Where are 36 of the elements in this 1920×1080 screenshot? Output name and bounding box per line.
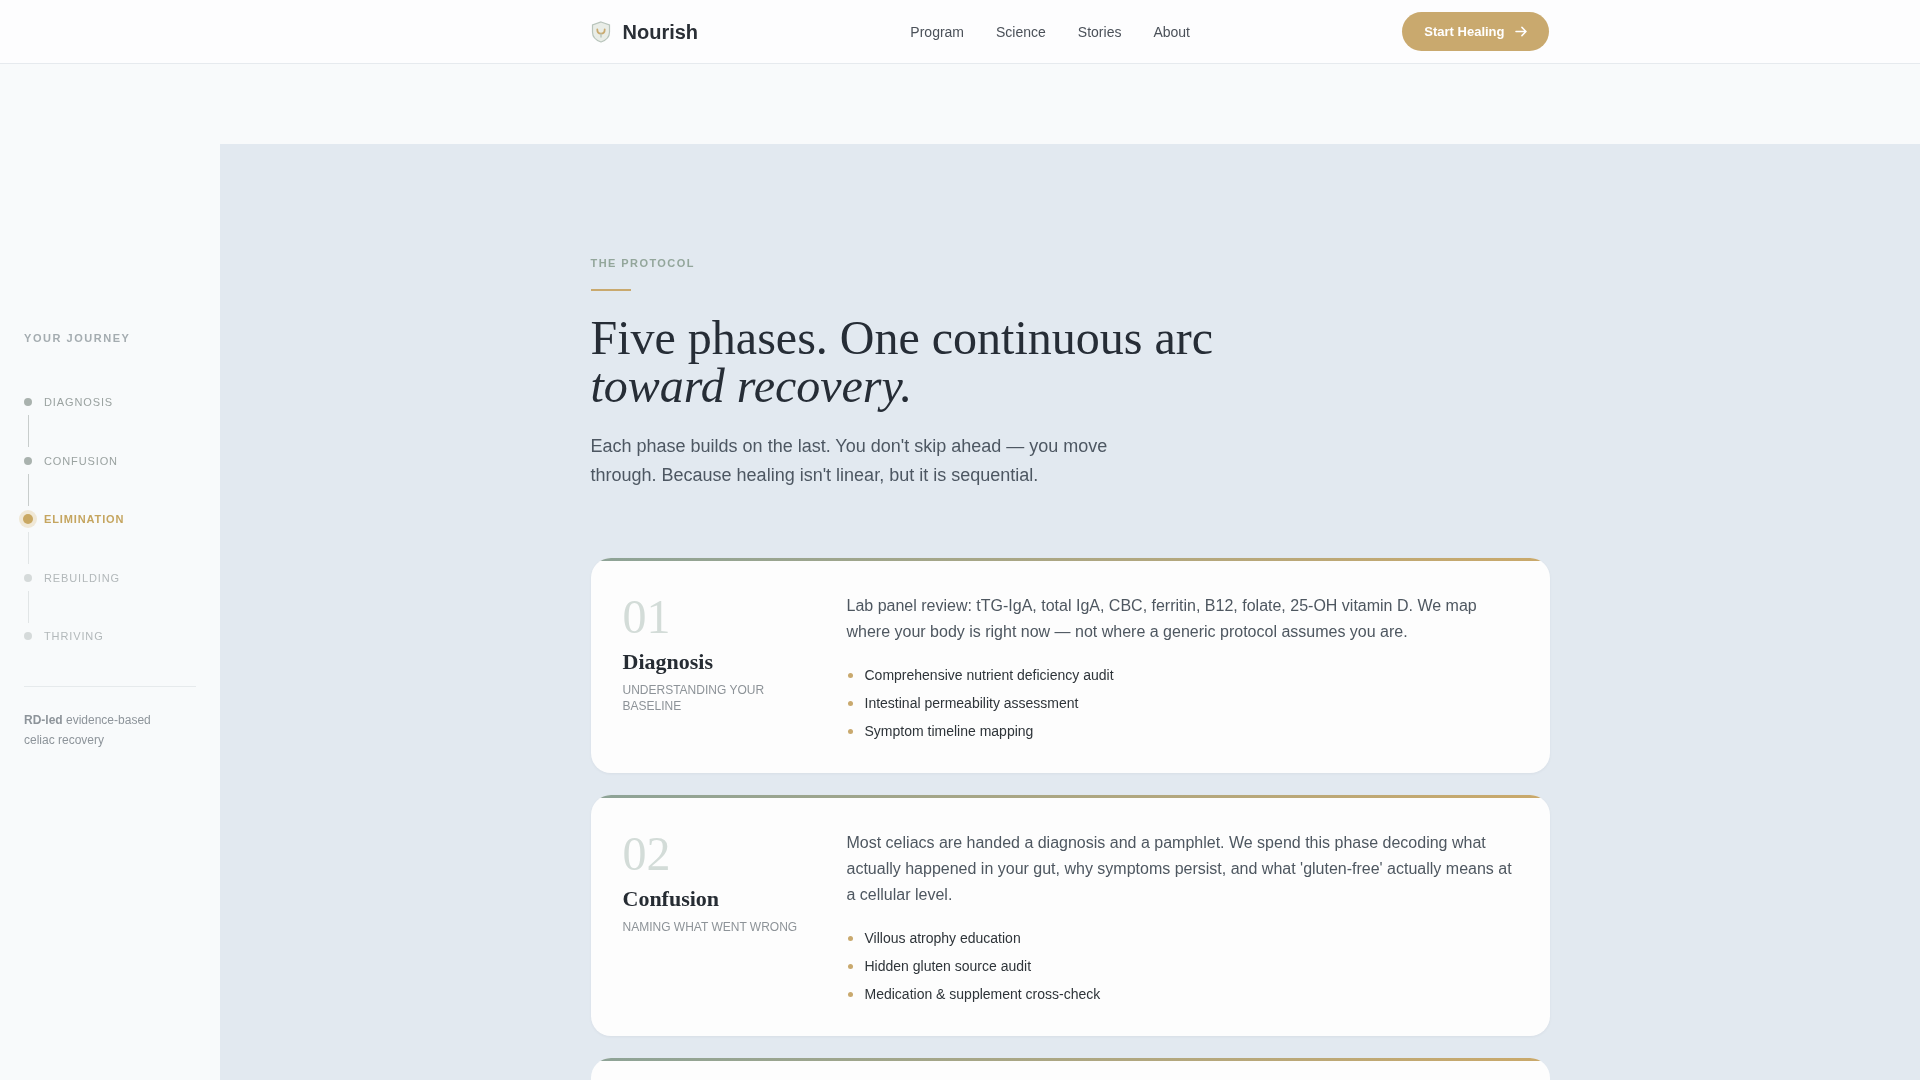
phase-point: Medication & supplement cross-check [864,985,1101,1004]
shield-icon [590,20,611,43]
brand-name[interactable]: Nourish [622,21,699,42]
bullet-icon [847,963,853,969]
phase-point: Hidden gluten source audit [864,957,1032,976]
nav-link[interactable]: Stories [1077,21,1122,42]
sidebar-title: YOUR JOURNEY [23,331,132,345]
bullet-icon [847,728,853,734]
section-eyebrow: THE PROTOCOL [590,256,696,270]
sidebar-note: RD-led evidence-based celiac recovery [24,712,152,749]
phase-point: Symptom timeline mapping [864,722,1034,741]
phase-subtitle: UNDERSTANDING YOUR BASELINE [622,682,766,714]
section-heading: Five phases. One continuous arc toward recovery. [590,314,1215,410]
phase-title: Diagnosis [622,648,713,676]
bullet-icon [847,935,853,941]
bullet-icon [847,991,853,997]
section-intro: Each phase builds on the last. You don't skip ahead — you move through. Because healing isn't linear, but it is sequential. [590,435,1109,487]
phase-title: Confusion [622,885,720,913]
phase-point: Comprehensive nutrient deficiency audit [864,666,1114,685]
nav-link[interactable]: Program [910,21,965,42]
cta-button[interactable]: Start Healing [1402,12,1550,51]
nav-link[interactable]: Science [996,21,1046,42]
journey-step-link[interactable]: ELIMINATION [19,509,125,529]
journey-step-link[interactable]: CONFUSION [19,450,118,471]
journey-step-link[interactable]: DIAGNOSIS [19,392,114,412]
journey-step-link[interactable]: REBUILDING [19,567,121,588]
phase-point: Intestinal permeability assessment [864,694,1079,713]
phase-description: Lab panel review: tTG-IgA, total IgA, CBC, ferritin, B12, folate, 25-OH vitamin D. We map where your body is right now — not where a generic protocol assumes you are. [846,596,1478,642]
journey-step-link[interactable]: THRIVING [19,626,104,646]
arrow-right-icon [1515,26,1528,37]
bullet-icon [847,700,853,706]
phase-point: Villous atrophy education [864,929,1021,948]
phase-description: Most celiacs are handed a diagnosis and a pamphlet. We spend this phase decoding what actually happened in your gut, why symptoms persist, and what 'gluten-free' actually means at a cellular level. [846,833,1513,905]
bullet-icon [847,672,853,678]
phase-subtitle: NAMING WHAT WENT WRONG [622,919,798,935]
nav-link[interactable]: About [1153,21,1190,42]
